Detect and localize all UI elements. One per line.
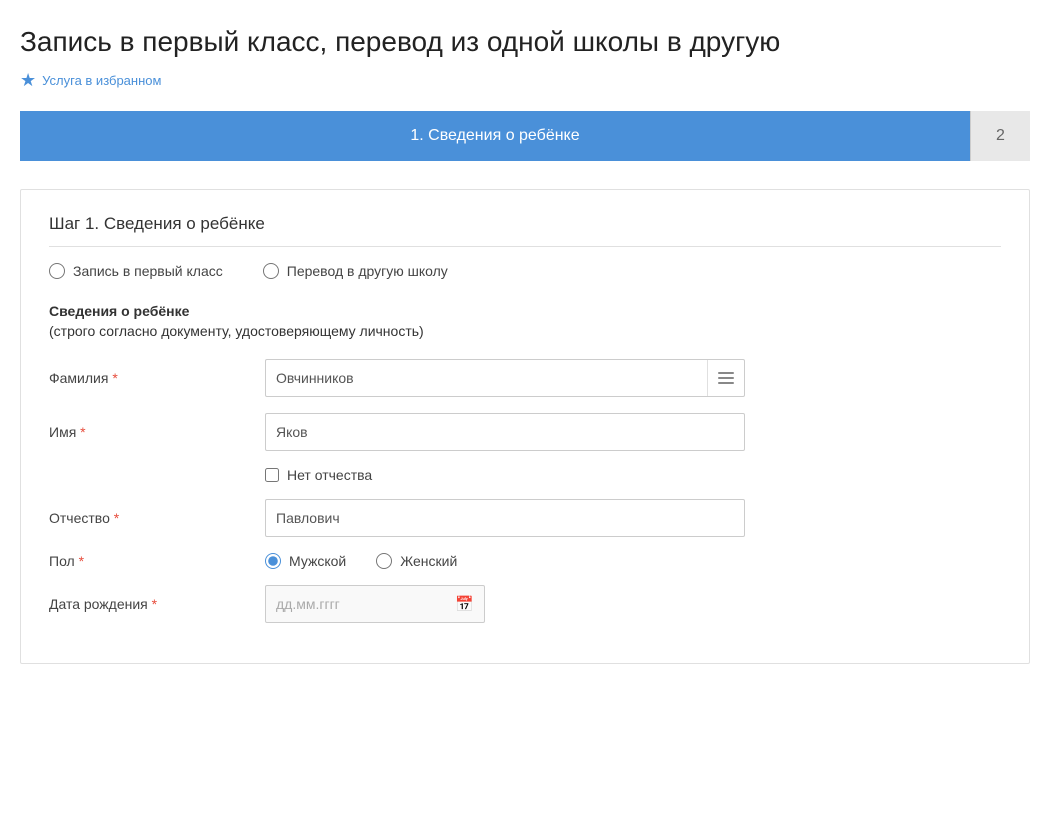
page-title: Запись в первый класс, перевод из одной … <box>20 24 1030 60</box>
calendar-icon: 📅 <box>455 595 474 613</box>
step-tabs: 1. Сведения о ребёнке 2 <box>20 111 1030 161</box>
radio-transfer[interactable]: Перевод в другую школу <box>263 263 448 279</box>
no-patronymic-label[interactable]: Нет отчества <box>287 467 372 483</box>
birthdate-input-wrapper[interactable]: дд.мм.гггг 📅 <box>265 585 485 623</box>
no-patronymic-checkbox[interactable] <box>265 468 279 482</box>
hamburger-icon <box>707 360 744 396</box>
radio-transfer-label: Перевод в другую школу <box>287 263 448 279</box>
last-name-label: Фамилия * <box>49 370 249 386</box>
last-name-input[interactable] <box>266 360 707 396</box>
birthdate-value: дд.мм.гггг <box>276 596 447 612</box>
patronymic-input[interactable] <box>265 499 745 537</box>
step-title: Шаг 1. Сведения о ребёнке <box>49 214 1001 247</box>
last-name-required: * <box>112 370 117 386</box>
gender-required: * <box>79 553 84 569</box>
star-icon: ★ <box>20 70 36 91</box>
patronymic-required: * <box>114 510 119 526</box>
gender-options: Мужской Женский <box>265 553 745 569</box>
patronymic-label: Отчество * <box>49 510 249 526</box>
gender-female[interactable]: Женский <box>376 553 457 569</box>
favorite-label: Услуга в избранном <box>42 73 161 88</box>
gender-male-label: Мужской <box>289 553 346 569</box>
gender-male-input[interactable] <box>265 553 281 569</box>
service-type-group: Запись в первый класс Перевод в другую ш… <box>49 263 1001 279</box>
radio-first-class[interactable]: Запись в первый класс <box>49 263 223 279</box>
favorite-bar: ★ Услуга в избранном <box>20 70 1030 91</box>
gender-female-input[interactable] <box>376 553 392 569</box>
no-patronymic-row: Нет отчества <box>49 467 1001 483</box>
radio-first-class-label: Запись в первый класс <box>73 263 223 279</box>
section-title-line1: Сведения о ребёнке <box>49 303 1001 319</box>
birthdate-required: * <box>152 596 157 612</box>
gender-row: Пол * Мужской Женский <box>49 553 1001 569</box>
radio-transfer-input[interactable] <box>263 263 279 279</box>
first-name-label: Имя * <box>49 424 249 440</box>
gender-label: Пол * <box>49 553 249 569</box>
birthdate-row: Дата рождения * дд.мм.гггг 📅 <box>49 585 1001 623</box>
first-name-row: Имя * <box>49 413 1001 451</box>
menu-lines-icon <box>718 372 734 384</box>
gender-male[interactable]: Мужской <box>265 553 346 569</box>
patronymic-row: Отчество * <box>49 499 1001 537</box>
tab-step-2[interactable]: 2 <box>970 111 1030 161</box>
first-name-required: * <box>80 424 85 440</box>
tab-step-1[interactable]: 1. Сведения о ребёнке <box>20 111 970 161</box>
form-card: Шаг 1. Сведения о ребёнке Запись в первы… <box>20 189 1030 664</box>
last-name-row: Фамилия * <box>49 359 1001 397</box>
first-name-input[interactable] <box>265 413 745 451</box>
page-wrapper: Запись в первый класс, перевод из одной … <box>0 0 1050 840</box>
birthdate-label: Дата рождения * <box>49 596 249 612</box>
section-title-line2: (строго согласно документу, удостоверяющ… <box>49 323 1001 339</box>
gender-female-label: Женский <box>400 553 457 569</box>
radio-first-class-input[interactable] <box>49 263 65 279</box>
last-name-input-wrapper <box>265 359 745 397</box>
